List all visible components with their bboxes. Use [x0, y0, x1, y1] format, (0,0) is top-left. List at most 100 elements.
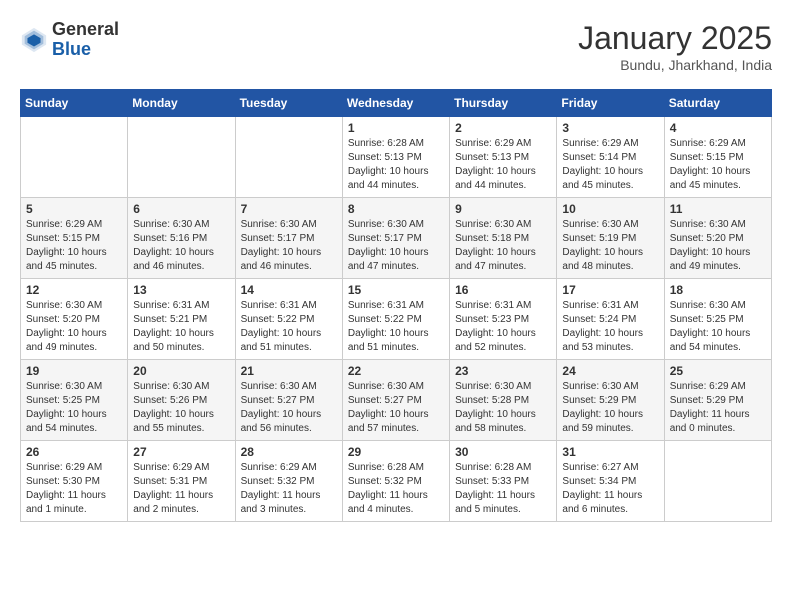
- calendar-cell: 11Sunrise: 6:30 AM Sunset: 5:20 PM Dayli…: [664, 198, 771, 279]
- day-info: Sunrise: 6:29 AM Sunset: 5:15 PM Dayligh…: [26, 218, 122, 274]
- day-info: Sunrise: 6:29 AM Sunset: 5:29 PM Dayligh…: [670, 380, 766, 436]
- location-subtitle: Bundu, Jharkhand, India: [578, 57, 772, 73]
- calendar-cell: 13 Sunrise: 6:31 AM Sunset: 5:21 PM Dayli…: [128, 279, 235, 360]
- calendar-cell: 30 Sunrise: 6:28 AM Sunset: 5:33 PM Dayli…: [450, 441, 557, 522]
- day-number: 8: [348, 202, 444, 216]
- day-number: 19: [26, 364, 122, 378]
- day-number: 2: [455, 121, 551, 135]
- day-number: 10: [562, 202, 658, 216]
- day-info: Sunrise: 6:30 AM Sunset: 5:16 PM Dayligh…: [133, 218, 229, 274]
- calendar-cell: 12 Sunrise: 6:30 AM Sunset: 5:20 PM Dayli…: [21, 279, 128, 360]
- month-title: January 2025: [578, 20, 772, 57]
- day-number: 16: [455, 283, 551, 297]
- calendar-cell: [235, 117, 342, 198]
- day-number: 27: [133, 445, 229, 459]
- calendar-cell: [664, 441, 771, 522]
- day-header-tuesday: Tuesday: [235, 90, 342, 117]
- calendar-header-row: SundayMondayTuesdayWednesdayThursdayFrid…: [21, 90, 772, 117]
- calendar-cell: 18Sunrise: 6:30 AM Sunset: 5:25 PM Dayli…: [664, 279, 771, 360]
- logo-icon: [20, 26, 48, 54]
- day-info: Sunrise: 6:30 AM Sunset: 5:20 PM Dayligh…: [26, 299, 122, 355]
- day-info: Sunrise: 6:30 AM Sunset: 5:28 PM Dayligh…: [455, 380, 551, 436]
- day-header-thursday: Thursday: [450, 90, 557, 117]
- day-number: 6: [133, 202, 229, 216]
- day-info: Sunrise: 6:29 AM Sunset: 5:32 PM Dayligh…: [241, 461, 337, 517]
- day-info: Sunrise: 6:30 AM Sunset: 5:18 PM Dayligh…: [455, 218, 551, 274]
- day-number: 11: [670, 202, 766, 216]
- title-block: January 2025 Bundu, Jharkhand, India: [578, 20, 772, 73]
- calendar-cell: 29Sunrise: 6:28 AM Sunset: 5:32 PM Dayli…: [342, 441, 449, 522]
- day-header-monday: Monday: [128, 90, 235, 117]
- day-number: 17: [562, 283, 658, 297]
- day-number: 31: [562, 445, 658, 459]
- calendar-week-row: 12 Sunrise: 6:30 AM Sunset: 5:20 PM Dayli…: [21, 279, 772, 360]
- day-info: Sunrise: 6:30 AM Sunset: 5:27 PM Dayligh…: [348, 380, 444, 436]
- day-number: 24: [562, 364, 658, 378]
- day-number: 25: [670, 364, 766, 378]
- calendar-cell: 6 Sunrise: 6:30 AM Sunset: 5:16 PM Daylig…: [128, 198, 235, 279]
- day-info: Sunrise: 6:31 AM Sunset: 5:24 PM Dayligh…: [562, 299, 658, 355]
- day-number: 14: [241, 283, 337, 297]
- day-info: Sunrise: 6:29 AM Sunset: 5:14 PM Dayligh…: [562, 137, 658, 193]
- calendar-cell: 26 Sunrise: 6:29 AM Sunset: 5:30 PM Dayli…: [21, 441, 128, 522]
- day-info: Sunrise: 6:29 AM Sunset: 5:31 PM Dayligh…: [133, 461, 229, 517]
- day-number: 30: [455, 445, 551, 459]
- day-info: Sunrise: 6:30 AM Sunset: 5:25 PM Dayligh…: [670, 299, 766, 355]
- day-number: 13: [133, 283, 229, 297]
- day-info: Sunrise: 6:30 AM Sunset: 5:17 PM Dayligh…: [348, 218, 444, 274]
- day-number: 28: [241, 445, 337, 459]
- day-info: Sunrise: 6:28 AM Sunset: 5:33 PM Dayligh…: [455, 461, 551, 517]
- calendar-cell: 2 Sunrise: 6:29 AM Sunset: 5:13 PM Daylig…: [450, 117, 557, 198]
- calendar-cell: 16 Sunrise: 6:31 AM Sunset: 5:23 PM Dayli…: [450, 279, 557, 360]
- calendar-week-row: 26 Sunrise: 6:29 AM Sunset: 5:30 PM Dayli…: [21, 441, 772, 522]
- day-info: Sunrise: 6:30 AM Sunset: 5:25 PM Dayligh…: [26, 380, 122, 436]
- calendar-cell: [128, 117, 235, 198]
- day-info: Sunrise: 6:30 AM Sunset: 5:27 PM Dayligh…: [241, 380, 337, 436]
- day-header-wednesday: Wednesday: [342, 90, 449, 117]
- day-info: Sunrise: 6:29 AM Sunset: 5:13 PM Dayligh…: [455, 137, 551, 193]
- day-number: 9: [455, 202, 551, 216]
- logo-text: General Blue: [52, 20, 119, 60]
- day-number: 15: [348, 283, 444, 297]
- day-info: Sunrise: 6:31 AM Sunset: 5:21 PM Dayligh…: [133, 299, 229, 355]
- day-number: 4: [670, 121, 766, 135]
- day-info: Sunrise: 6:29 AM Sunset: 5:30 PM Dayligh…: [26, 461, 122, 517]
- calendar-cell: 24 Sunrise: 6:30 AM Sunset: 5:29 PM Dayli…: [557, 360, 664, 441]
- calendar-cell: 7Sunrise: 6:30 AM Sunset: 5:17 PM Daylig…: [235, 198, 342, 279]
- calendar-cell: 15 Sunrise: 6:31 AM Sunset: 5:22 PM Dayli…: [342, 279, 449, 360]
- day-number: 22: [348, 364, 444, 378]
- calendar-cell: 31 Sunrise: 6:27 AM Sunset: 5:34 PM Dayli…: [557, 441, 664, 522]
- day-number: 26: [26, 445, 122, 459]
- day-number: 5: [26, 202, 122, 216]
- day-info: Sunrise: 6:31 AM Sunset: 5:22 PM Dayligh…: [348, 299, 444, 355]
- day-header-sunday: Sunday: [21, 90, 128, 117]
- calendar-cell: 4Sunrise: 6:29 AM Sunset: 5:15 PM Daylig…: [664, 117, 771, 198]
- calendar-cell: 14 Sunrise: 6:31 AM Sunset: 5:22 PM Dayli…: [235, 279, 342, 360]
- calendar-cell: 9 Sunrise: 6:30 AM Sunset: 5:18 PM Daylig…: [450, 198, 557, 279]
- day-number: 20: [133, 364, 229, 378]
- day-header-friday: Friday: [557, 90, 664, 117]
- day-number: 3: [562, 121, 658, 135]
- day-info: Sunrise: 6:30 AM Sunset: 5:29 PM Dayligh…: [562, 380, 658, 436]
- calendar-cell: 28 Sunrise: 6:29 AM Sunset: 5:32 PM Dayli…: [235, 441, 342, 522]
- day-info: Sunrise: 6:31 AM Sunset: 5:23 PM Dayligh…: [455, 299, 551, 355]
- day-number: 12: [26, 283, 122, 297]
- calendar-cell: 5 Sunrise: 6:29 AM Sunset: 5:15 PM Daylig…: [21, 198, 128, 279]
- calendar-week-row: 5 Sunrise: 6:29 AM Sunset: 5:15 PM Daylig…: [21, 198, 772, 279]
- calendar-cell: 22 Sunrise: 6:30 AM Sunset: 5:27 PM Dayli…: [342, 360, 449, 441]
- day-number: 29: [348, 445, 444, 459]
- day-info: Sunrise: 6:30 AM Sunset: 5:19 PM Dayligh…: [562, 218, 658, 274]
- calendar-cell: 25 Sunrise: 6:29 AM Sunset: 5:29 PM Dayli…: [664, 360, 771, 441]
- calendar-cell: 17 Sunrise: 6:31 AM Sunset: 5:24 PM Dayli…: [557, 279, 664, 360]
- calendar-cell: 27 Sunrise: 6:29 AM Sunset: 5:31 PM Dayli…: [128, 441, 235, 522]
- calendar-cell: 1Sunrise: 6:28 AM Sunset: 5:13 PM Daylig…: [342, 117, 449, 198]
- calendar-cell: 20 Sunrise: 6:30 AM Sunset: 5:26 PM Dayli…: [128, 360, 235, 441]
- calendar-table: SundayMondayTuesdayWednesdayThursdayFrid…: [20, 89, 772, 522]
- day-info: Sunrise: 6:27 AM Sunset: 5:34 PM Dayligh…: [562, 461, 658, 517]
- day-info: Sunrise: 6:30 AM Sunset: 5:26 PM Dayligh…: [133, 380, 229, 436]
- day-info: Sunrise: 6:31 AM Sunset: 5:22 PM Dayligh…: [241, 299, 337, 355]
- calendar-cell: [21, 117, 128, 198]
- calendar-cell: 8 Sunrise: 6:30 AM Sunset: 5:17 PM Daylig…: [342, 198, 449, 279]
- day-header-saturday: Saturday: [664, 90, 771, 117]
- calendar-cell: 19 Sunrise: 6:30 AM Sunset: 5:25 PM Dayli…: [21, 360, 128, 441]
